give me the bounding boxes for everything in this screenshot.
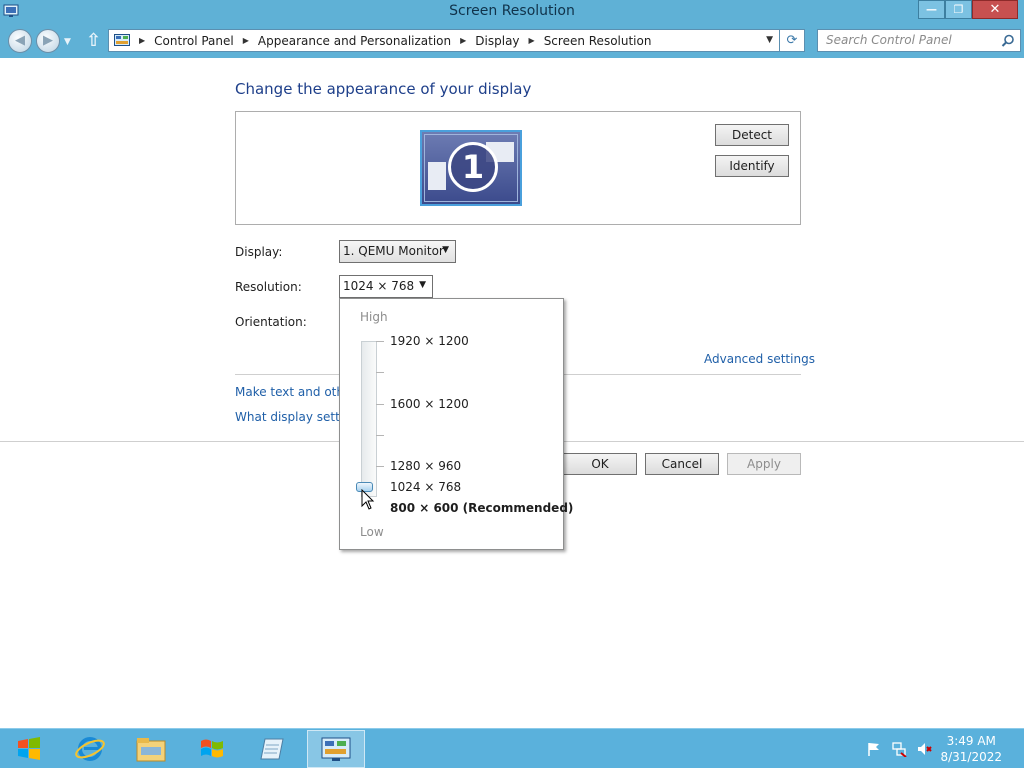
navigation-bar: ◀ ▶ ▼ ⇧ ▶ Control Panel ▶ Appearance and… — [0, 24, 1024, 58]
slider-tick — [376, 466, 384, 467]
start-button[interactable] — [0, 730, 58, 768]
control-panel-icon — [114, 33, 130, 46]
minimize-button[interactable]: — — [918, 0, 945, 19]
resolution-label: Resolution: — [235, 280, 302, 294]
monitor-number-badge: 1 — [448, 142, 498, 192]
breadcrumb-control-panel[interactable]: Control Panel — [154, 34, 234, 48]
windows-logo-icon — [18, 737, 40, 760]
taskbar-internet-explorer[interactable] — [61, 730, 119, 768]
slider-tick — [376, 435, 384, 436]
chevron-down-icon: ▼ — [442, 245, 449, 255]
breadcrumb-appearance[interactable]: Appearance and Personalization — [258, 34, 451, 48]
display-label: Display: — [235, 245, 283, 259]
breadcrumb-display[interactable]: Display — [475, 34, 519, 48]
resolution-option-selected[interactable]: 1024 × 768 — [390, 480, 461, 494]
taskbar: 3:49 AM 8/31/2022 — [0, 728, 1024, 768]
preview-window-shape — [428, 162, 446, 190]
chevron-right-icon[interactable]: ▶ — [460, 36, 466, 45]
windows-flag-icon — [201, 739, 223, 758]
folder-icon — [136, 738, 166, 762]
advanced-settings-link[interactable]: Advanced settings — [704, 352, 815, 366]
resolution-select-value: 1024 × 768 — [343, 279, 415, 293]
chevron-right-icon[interactable]: ▶ — [139, 36, 145, 45]
breadcrumb: ▶ Control Panel ▶ Appearance and Persona… — [130, 34, 651, 48]
address-bar[interactable]: ▶ Control Panel ▶ Appearance and Persona… — [108, 29, 780, 52]
search-icon[interactable] — [1001, 34, 1015, 48]
taskbar-windows-update[interactable] — [183, 730, 241, 768]
taskbar-control-panel[interactable] — [307, 730, 365, 768]
title-bar: Screen Resolution — ❐ ✕ — [0, 0, 1024, 24]
recent-pages-dropdown-icon[interactable]: ▼ — [64, 37, 71, 47]
internet-explorer-icon — [75, 737, 105, 761]
up-arrow-icon[interactable]: ⇧ — [86, 30, 101, 51]
maximize-button[interactable]: ❐ — [945, 0, 972, 19]
apply-button[interactable]: Apply — [727, 453, 801, 475]
taskbar-file-explorer[interactable] — [122, 730, 180, 768]
chevron-right-icon[interactable]: ▶ — [529, 36, 535, 45]
forward-button[interactable]: ▶ — [36, 29, 60, 53]
system-clock[interactable]: 3:49 AM 8/31/2022 — [940, 733, 1002, 765]
cancel-button[interactable]: Cancel — [645, 453, 719, 475]
clock-date: 8/31/2022 — [940, 750, 1002, 764]
volume-muted-icon[interactable] — [916, 741, 932, 757]
orientation-label: Orientation: — [235, 315, 307, 329]
refresh-icon[interactable]: ⟳ — [780, 29, 805, 52]
resolution-select[interactable]: 1024 × 768 ▼ — [339, 275, 433, 298]
display-select-value: 1. QEMU Monitor — [343, 244, 444, 258]
resolution-dropdown: High 1920 × 1200 1600 × 1200 1280 × 960 … — [339, 298, 573, 550]
search-input[interactable]: Search Control Panel — [817, 29, 1021, 52]
ok-button[interactable]: OK — [563, 453, 637, 475]
slider-tick — [376, 341, 384, 342]
resolution-option[interactable]: 1920 × 1200 — [390, 334, 469, 348]
window-title: Screen Resolution — [449, 3, 575, 19]
control-panel-icon — [321, 737, 351, 761]
window-controls: — ❐ ✕ — [918, 0, 1018, 19]
clock-time: 3:49 AM — [946, 734, 996, 748]
mouse-cursor-icon — [361, 489, 375, 510]
display-select[interactable]: 1. QEMU Monitor ▼ — [339, 240, 456, 263]
identify-button[interactable]: Identify — [715, 155, 789, 177]
chevron-right-icon[interactable]: ▶ — [243, 36, 249, 45]
action-center-flag-icon[interactable] — [866, 741, 882, 757]
notepad-icon — [260, 738, 284, 760]
high-label: High — [360, 310, 388, 324]
address-dropdown-icon[interactable]: ▼ — [766, 35, 773, 45]
breadcrumb-screen-resolution[interactable]: Screen Resolution — [544, 34, 652, 48]
monitor-1-preview[interactable]: 1 — [420, 130, 522, 206]
resolution-option[interactable]: 1280 × 960 — [390, 459, 461, 473]
resolution-option-recommended[interactable]: 800 × 600 (Recommended) — [390, 501, 573, 515]
slider-tick — [376, 404, 384, 405]
resolution-option[interactable]: 1600 × 1200 — [390, 397, 469, 411]
network-icon[interactable] — [891, 741, 907, 757]
slider-tick — [376, 372, 384, 373]
taskbar-notepad[interactable] — [244, 730, 302, 768]
low-label: Low — [360, 525, 384, 539]
display-preview-panel: 1 Detect Identify — [235, 111, 801, 225]
page-title: Change the appearance of your display — [235, 80, 532, 98]
detect-button[interactable]: Detect — [715, 124, 789, 146]
chevron-down-icon: ▼ — [419, 280, 426, 290]
close-button[interactable]: ✕ — [972, 0, 1018, 19]
back-button[interactable]: ◀ — [8, 29, 32, 53]
resolution-slider-track[interactable] — [361, 341, 377, 497]
